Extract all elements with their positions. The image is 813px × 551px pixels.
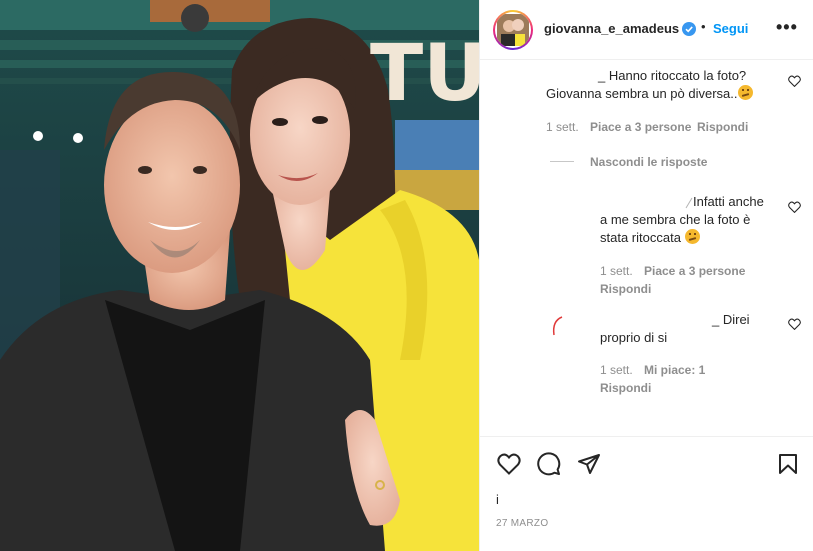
comment-likes-count-text: Piace a 3 persone: [590, 120, 692, 134]
comment-icon[interactable]: [537, 452, 561, 476]
comment-text-line2: Giovanna sembra un pò diversa..: [546, 85, 753, 103]
reply-likes-count[interactable]: Mi piace: 1: [644, 363, 705, 377]
post-header: giovanna_e_amadeus • Segui •••: [480, 0, 813, 60]
hide-replies-line: [550, 161, 574, 162]
reply-like-heart-icon[interactable]: [788, 201, 801, 213]
reply-reply-button[interactable]: Rispondi: [600, 381, 651, 395]
reply-text-line2: proprio di si: [600, 330, 668, 345]
reply-reply-text: Rispondi: [600, 381, 652, 395]
reply-text-line3-text: stata ritoccata: [600, 230, 681, 245]
verified-badge-icon: [682, 22, 696, 36]
reply-time: 1 sett.: [600, 363, 633, 377]
reply-likes-count-text: Mi piace: 1: [644, 363, 706, 377]
post-actions-bar: [480, 436, 813, 476]
follow-button[interactable]: Segui: [713, 21, 748, 36]
heart-icon[interactable]: [497, 453, 521, 475]
post-photo-illustration: TUC: [0, 0, 479, 551]
reply-text-line2: a me sembra che la foto è: [600, 212, 751, 227]
reply-time: 1 sett.: [600, 264, 633, 278]
comment-likes-count[interactable]: Piace a 3 persone: [590, 120, 691, 134]
post-photo[interactable]: TUC: [0, 0, 479, 551]
post-date[interactable]: 27 MARZO: [496, 518, 548, 529]
share-icon[interactable]: [577, 453, 601, 475]
thinking-emoji-icon: [737, 85, 753, 100]
reply-reply-button[interactable]: Rispondi: [600, 282, 651, 296]
reply-text-line1: Infatti anche: [693, 194, 764, 209]
reply-text-line1: _ Direi: [712, 312, 750, 327]
reply-text-line3: stata ritoccata: [600, 229, 700, 247]
likes-summary[interactable]: i: [496, 492, 499, 507]
backdrop-text: TUC: [370, 29, 479, 119]
username-link[interactable]: giovanna_e_amadeus: [544, 21, 679, 36]
reply-likes-count[interactable]: Piace a 3 persone: [644, 264, 745, 278]
comment-reply-button[interactable]: Rispondi: [697, 120, 748, 134]
comment-time: 1 sett.: [546, 120, 579, 134]
more-options-button[interactable]: •••: [776, 17, 798, 38]
bookmark-icon[interactable]: [778, 453, 798, 475]
comment-like-heart-icon[interactable]: [788, 75, 801, 87]
partial-avatar-icon: [552, 316, 563, 336]
reply-like-heart-icon[interactable]: [788, 318, 801, 330]
hide-replies-button[interactable]: Nascondi le risposte: [590, 155, 707, 169]
avatar-image: [495, 12, 531, 48]
hide-replies-text: Nascondi le risposte: [590, 155, 708, 169]
comment-text-line2-text: Giovanna sembra un pò diversa..: [546, 86, 738, 101]
comment-text-line1: _ Hanno ritoccato la foto?: [598, 68, 747, 83]
reply-likes-count-text: Piace a 3 persone: [644, 264, 746, 278]
thinking-emoji-icon: [684, 229, 700, 244]
avatar-illustration: [497, 14, 529, 46]
comment-reply-text: Rispondi: [697, 120, 749, 134]
reply-reply-text: Rispondi: [600, 282, 652, 296]
post-side-panel: giovanna_e_amadeus • Segui ••• _ Hanno r…: [479, 0, 813, 551]
avatar[interactable]: [493, 10, 533, 50]
separator-dot: •: [701, 19, 706, 34]
